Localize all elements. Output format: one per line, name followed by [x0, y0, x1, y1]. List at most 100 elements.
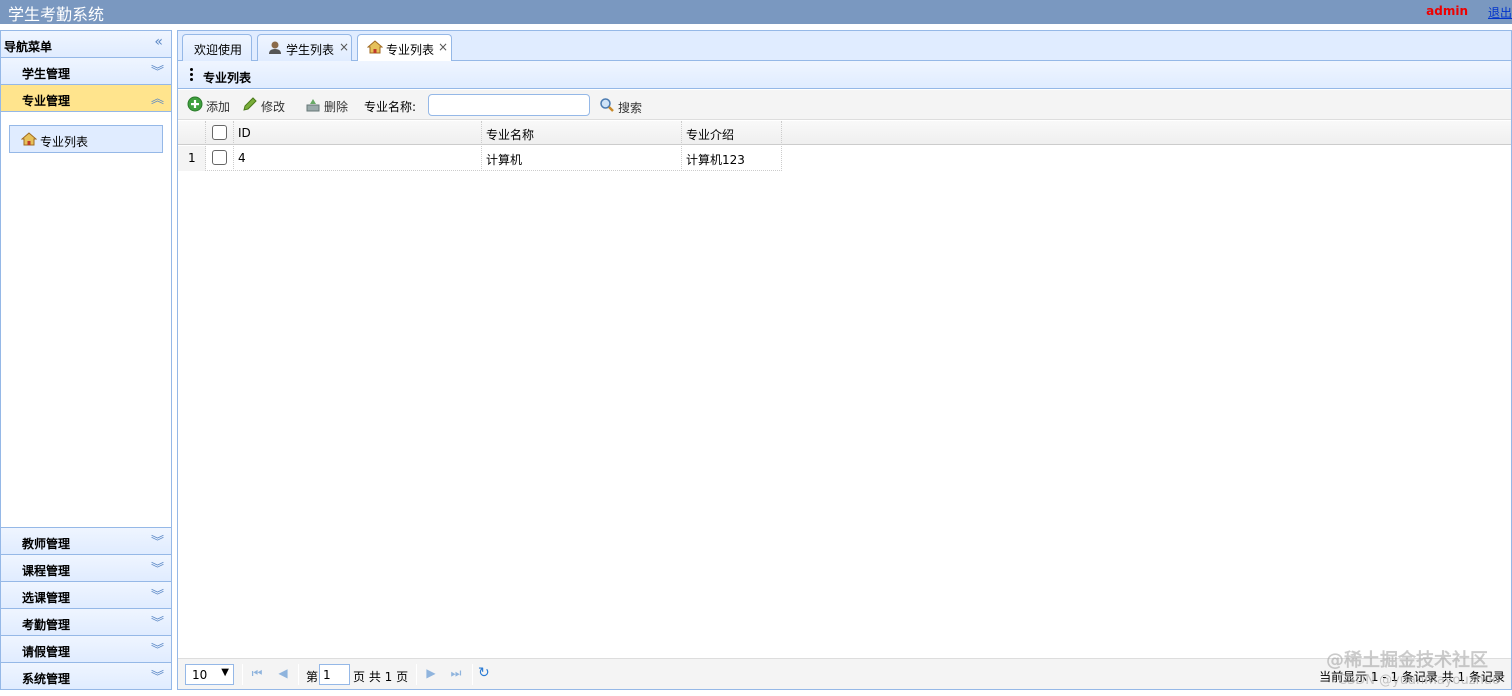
major-name-search-input[interactable] — [428, 94, 590, 116]
cell-id-value: 4 — [238, 151, 246, 165]
accordion-label: 教师管理 — [22, 537, 71, 551]
accordion-course-selection-management[interactable]: 选课管理 ︾ — [1, 581, 171, 608]
last-page-icon[interactable]: ⏭ — [448, 666, 464, 682]
page-prefix: 第 — [306, 670, 319, 684]
accordion-system-management[interactable]: 系统管理 ︾ — [1, 662, 171, 689]
cell-major-intro-value: 计算机123 — [686, 153, 745, 167]
accordion-bottom-group: 教师管理 ︾ 课程管理 ︾ 选课管理 ︾ 考勤管理 ︾ 请假管理 ︾ 系统管理 … — [1, 527, 171, 689]
tab-welcome[interactable]: 欢迎使用 — [182, 34, 252, 61]
divider — [242, 664, 243, 685]
expand-icon: ︾ — [150, 65, 164, 80]
accordion-attendance-management[interactable]: 考勤管理 ︾ — [1, 608, 171, 635]
divider — [298, 664, 299, 685]
row-checkbox-cell — [206, 146, 234, 171]
expand-icon: ︾ — [150, 643, 164, 658]
row-checkbox[interactable] — [212, 150, 227, 165]
cell-major-name: 计算机 — [482, 146, 682, 171]
main-content: 欢迎使用 学生列表 × 专业列表 × 专业列表 添加 修改 删除 专业名称: 搜… — [177, 30, 1512, 690]
first-page-icon[interactable]: ⏮ — [249, 666, 265, 682]
sidebar-header: 导航菜单 « — [1, 31, 171, 58]
cell-major-intro: 计算机123 — [682, 146, 782, 171]
page-size-select[interactable]: 10 ▼ — [185, 664, 234, 685]
delete-icon — [306, 99, 320, 112]
accordion-label: 考勤管理 — [22, 618, 71, 632]
delete-label: 删除 — [324, 100, 349, 114]
column-header-label: 专业介绍 — [686, 128, 735, 142]
top-header: 学生考勤系统 admin 退出 — [0, 0, 1512, 24]
table-row[interactable]: 1 4 计算机 计算机123 — [178, 146, 782, 171]
search-button[interactable]: 搜索 — [599, 97, 645, 115]
watermark-line-2: CSDN @yuanmayouzhuo — [1337, 673, 1500, 688]
close-icon[interactable]: × — [339, 40, 349, 54]
home-icon — [367, 40, 383, 54]
add-button[interactable]: 添加 — [187, 96, 233, 114]
panel-header: 专业列表 — [178, 61, 1511, 89]
accordion-label: 专业管理 — [22, 94, 71, 108]
accordion-teacher-management[interactable]: 教师管理 ︾ — [1, 527, 171, 554]
accordion-student-management[interactable]: 学生管理 ︾ — [1, 58, 171, 85]
sidebar-title: 导航菜单 — [4, 40, 53, 54]
more-vertical-icon — [190, 68, 193, 82]
accordion-course-management[interactable]: 课程管理 ︾ — [1, 554, 171, 581]
accordion-label: 系统管理 — [22, 672, 71, 686]
logout-link[interactable]: 退出 — [1488, 4, 1512, 21]
page-number-input[interactable] — [319, 664, 350, 685]
refresh-icon[interactable]: ↻ — [478, 665, 490, 681]
column-header-label: 专业名称 — [486, 128, 535, 142]
page-suffix: 页 共 1 页 — [353, 670, 409, 684]
prev-page-icon[interactable]: ◀ — [275, 666, 291, 682]
expand-icon: ︾ — [150, 670, 164, 685]
select-all-checkbox[interactable] — [212, 125, 227, 140]
divider — [416, 664, 417, 685]
edit-button[interactable]: 修改 — [242, 96, 288, 114]
major-name-label: 专业名称: — [364, 100, 417, 114]
tab-student-list[interactable]: 学生列表 × — [257, 34, 352, 61]
accordion-label: 课程管理 — [22, 564, 71, 578]
next-page-icon[interactable]: ▶ — [423, 666, 439, 682]
expand-icon: ︾ — [150, 616, 164, 631]
app-title: 学生考勤系统 — [8, 5, 105, 24]
row-number: 1 — [188, 151, 196, 165]
cell-major-name-value: 计算机 — [486, 153, 523, 167]
watermark-line-1: @稀土掘金技术社区 — [1326, 650, 1488, 671]
sidebar-item-label: 专业列表 — [40, 135, 89, 149]
column-header-major-name[interactable]: 专业名称 — [482, 121, 682, 145]
row-number-cell: 1 — [178, 146, 206, 171]
expand-icon: ︾ — [150, 535, 164, 550]
current-user: admin — [1426, 4, 1468, 18]
grid-header: ID 专业名称 专业介绍 — [178, 121, 1511, 145]
accordion-major-management[interactable]: 专业管理 ︽ — [1, 85, 171, 112]
close-icon[interactable]: × — [438, 40, 448, 54]
rownum-header — [178, 121, 206, 145]
tab-label: 专业列表 — [386, 43, 435, 57]
tab-label: 欢迎使用 — [194, 43, 243, 57]
tab-bar: 欢迎使用 学生列表 × 专业列表 × — [178, 31, 1511, 62]
user-icon — [269, 41, 281, 54]
delete-button[interactable]: 删除 — [305, 96, 351, 114]
pencil-icon — [243, 97, 257, 111]
pagination-bar: 10 ▼ ⏮ ◀ 第 页 共 1 页 ▶ ⏭ ↻ 当前显示 1 - 1 条记录 … — [178, 658, 1511, 689]
expand-icon: ︾ — [150, 562, 164, 577]
collapse-icon: ︽ — [150, 92, 164, 107]
accordion-label: 学生管理 — [22, 67, 71, 81]
tab-major-list[interactable]: 专业列表 × — [357, 34, 452, 62]
page-size-value: 10 — [192, 668, 208, 682]
checkbox-header — [206, 121, 234, 145]
expand-icon: ︾ — [150, 589, 164, 604]
sidebar-item-major-list[interactable]: 专业列表 — [9, 125, 163, 153]
column-header-label: ID — [238, 126, 251, 140]
column-header-id[interactable]: ID — [234, 121, 482, 145]
chevron-down-icon: ▼ — [221, 667, 229, 678]
accordion-label: 选课管理 — [22, 591, 71, 605]
panel-title: 专业列表 — [203, 71, 252, 85]
search-icon — [600, 98, 614, 112]
divider — [472, 664, 473, 685]
search-label: 搜索 — [618, 101, 643, 115]
edit-label: 修改 — [261, 100, 286, 114]
cell-id: 4 — [234, 146, 482, 171]
collapse-sidebar-icon[interactable]: « — [154, 34, 163, 50]
column-header-major-intro[interactable]: 专业介绍 — [682, 121, 782, 145]
accordion-body-major: 专业列表 — [1, 112, 171, 527]
plus-icon — [187, 96, 203, 112]
accordion-leave-management[interactable]: 请假管理 ︾ — [1, 635, 171, 662]
